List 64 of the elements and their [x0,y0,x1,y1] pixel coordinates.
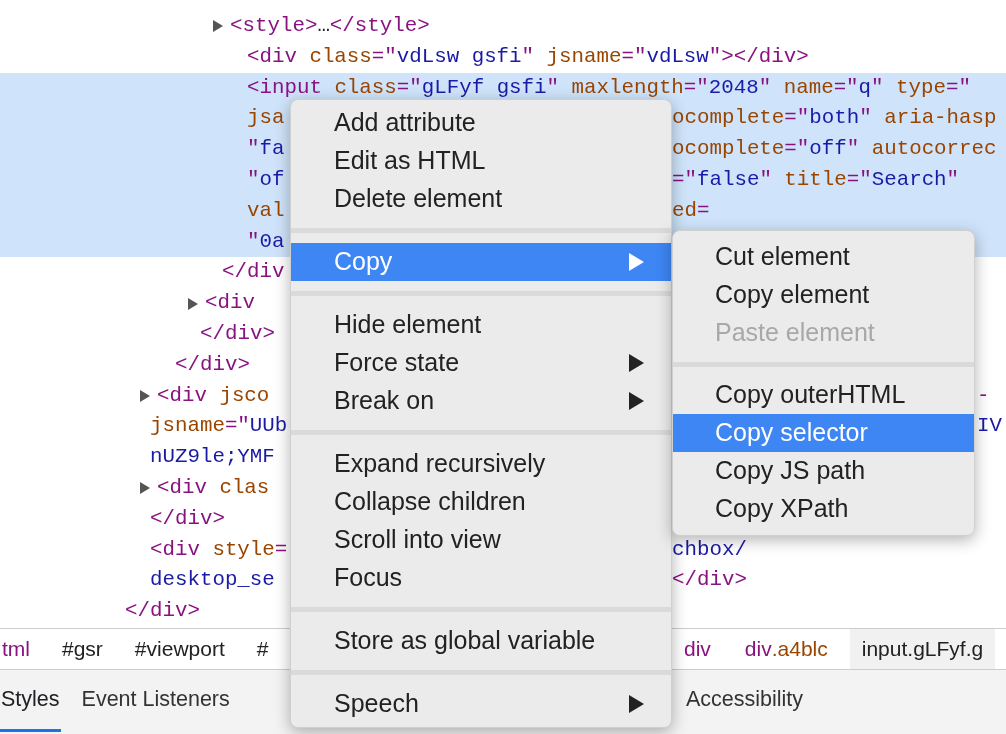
code-fragment: - [977,383,990,407]
code-line: <div jsco [157,382,270,409]
breadcrumb[interactable]: div [672,629,723,669]
menu-item[interactable]: Copy [291,243,671,281]
breadcrumb[interactable]: # [254,629,271,669]
menu-item[interactable]: Add attribute [291,104,671,142]
code-line: <div [205,290,255,317]
expand-triangle-icon[interactable] [140,482,150,495]
menu-item[interactable]: Cut element [673,238,974,276]
menu-item[interactable]: Store as global variable [291,622,671,660]
tab[interactable]: Styles [0,670,61,732]
code-line: </div> [150,505,225,532]
code-fragment: ocomplete="off" autocorrec [672,137,997,161]
code-line: nUZ9le;YMF [150,444,275,471]
expand-triangle-icon[interactable] [213,20,223,33]
code-line: <div style= [150,536,288,563]
code-fragment: chbox/ [672,537,747,561]
menu-item[interactable]: Copy XPath [673,490,974,528]
code-line: desktop_se [150,567,275,594]
code-line: jsname="UUb [150,413,288,440]
menu-item[interactable]: Expand recursively [291,445,671,483]
breadcrumb[interactable]: div.a4blc [732,629,840,669]
menu-item[interactable]: Delete element [291,180,671,218]
breadcrumb[interactable]: tml [0,629,32,669]
expand-triangle-icon[interactable] [188,297,198,310]
breadcrumb[interactable]: #gsr [60,629,105,669]
code-fragment: ocomplete="both" aria-hasp [672,106,997,130]
submenu-arrow-icon[interactable] [628,354,645,372]
code-line: "0a [247,228,285,255]
menu-item[interactable]: Copy JS path [673,452,974,490]
code-fragment: IV [977,414,1002,438]
code-line: </div> [125,598,200,625]
menu-item[interactable]: Edit as HTML [291,142,671,180]
code-line: </div> [175,351,250,378]
code-line: "of [247,167,285,193]
menu-item[interactable]: Break on [291,382,671,420]
tab[interactable]: Event Listeners [80,670,231,732]
code-line: <style>…</style> [230,13,430,39]
code-line: </div> [200,320,275,347]
menu-item[interactable]: Speech [291,685,671,723]
menu-item[interactable]: Collapse children [291,483,671,521]
menu-item[interactable]: Focus [291,559,671,597]
code-fragment: ed= [672,198,710,222]
code-line: <div clas [157,474,270,501]
menu-item[interactable]: Force state [291,344,671,382]
menu-item[interactable]: Hide element [291,306,671,344]
code-fragment: </div> [672,568,747,592]
code-line: "fa [247,136,285,163]
breadcrumb[interactable]: input.gLFyf.g [849,629,996,669]
expand-triangle-icon[interactable] [140,389,150,402]
code-fragment: ="false" title="Search" [672,168,960,191]
submenu-arrow-icon[interactable] [628,392,645,410]
breadcrumb[interactable]: #viewport [132,629,227,669]
tab[interactable]: Accessibility [686,670,804,732]
menu-item[interactable]: Scroll into view [291,521,671,559]
code-line: <div class="vdLsw gsfi" jsname="vdLsw"></div> [247,43,809,70]
code-line: jsa [247,105,285,132]
code-line: val [247,197,285,224]
submenu-arrow-icon[interactable] [628,695,645,713]
menu-item[interactable]: Copy outerHTML [673,376,974,414]
code-line: <input class="gLFyf gsfi" maxlength="2048" name="q" type=" [247,74,971,101]
code-line: </div [222,259,285,286]
menu-item[interactable]: Copy selector [673,414,974,452]
menu-item[interactable]: Copy element [673,276,974,314]
